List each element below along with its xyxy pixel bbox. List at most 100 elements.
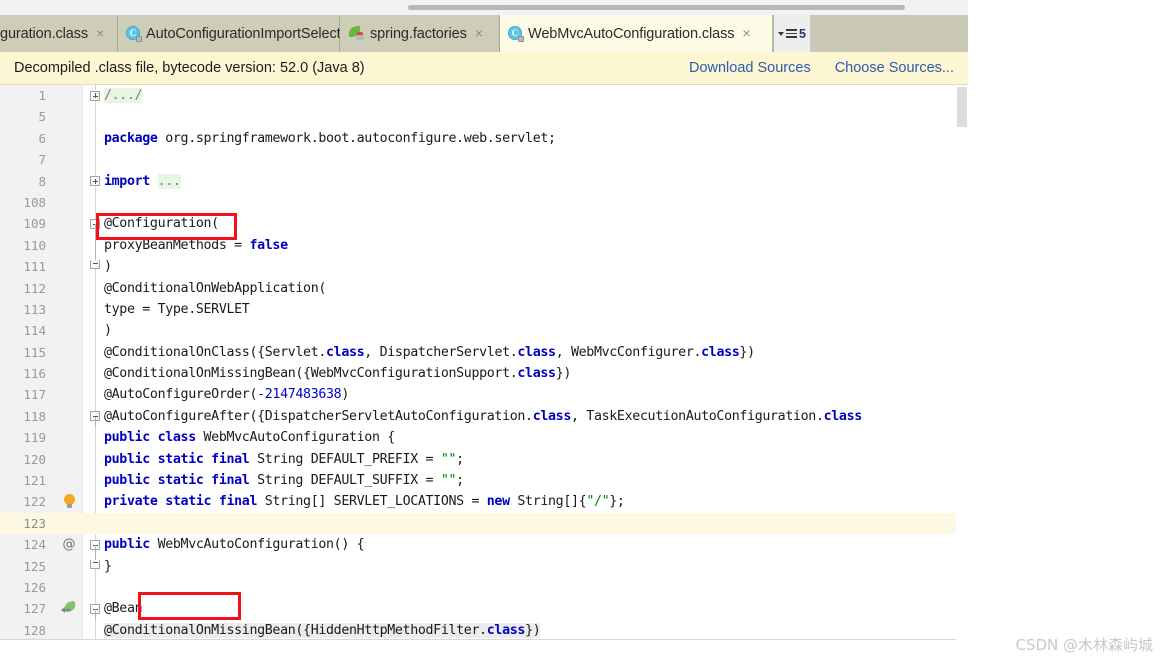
line-number: 5 — [38, 109, 46, 125]
top-scrollbar[interactable] — [0, 0, 968, 15]
code-line[interactable]: 109 @Configuration( — [0, 213, 968, 235]
code-text: @AutoConfigureAfter({DispatcherServletAu… — [104, 408, 862, 424]
code-fold-control[interactable] — [88, 171, 104, 192]
choose-sources-link[interactable]: Choose Sources... — [835, 60, 954, 76]
line-number: 121 — [23, 473, 46, 489]
code-text: public WebMvcAutoConfiguration() { — [104, 537, 365, 553]
top-scrollbar-thumb[interactable] — [408, 5, 905, 10]
code-fold-control[interactable] — [88, 406, 104, 428]
bulb-icon[interactable] — [52, 491, 78, 512]
editor-tab[interactable]: guration.class × — [0, 15, 118, 52]
code-line[interactable]: 124 @ public WebMvcAutoConfiguration() { — [0, 534, 968, 556]
close-icon[interactable]: × — [96, 26, 104, 41]
line-number: 120 — [23, 451, 46, 467]
code-line[interactable]: 116 @ConditionalOnMissingBean({WebMvcConf… — [0, 363, 968, 384]
code-fold-control[interactable] — [88, 234, 104, 257]
code-line[interactable]: 117 @AutoConfigureOrder(-2147483638) — [0, 384, 968, 405]
editor-tab-label: spring.factories — [370, 25, 467, 42]
code-text: proxyBeanMethods = false — [104, 237, 288, 253]
editor-vertical-scrollbar-thumb[interactable] — [957, 87, 967, 127]
code-text: @AutoConfigureOrder(-2147483638) — [104, 387, 349, 403]
editor-tab[interactable]: spring.factories × — [340, 15, 500, 52]
editor-tab[interactable]: C WebMvcAutoConfiguration.class × — [500, 15, 773, 52]
code-line[interactable]: 128 @ConditionalOnMissingBean({HiddenHtt… — [0, 620, 968, 640]
code-text: @ConditionalOnClass({Servlet.class, Disp… — [104, 344, 755, 360]
code-fold-control[interactable] — [88, 213, 104, 235]
line-number: 114 — [23, 323, 46, 339]
spring-bean-icon[interactable] — [52, 598, 78, 619]
editor-tab-bar: guration.class × C AutoConfigurationImportS… — [0, 15, 968, 52]
code-line[interactable]: 122 private static final String[] SERVLE… — [0, 491, 968, 512]
code-line[interactable]: 119 public class WebMvcAutoConfiguration … — [0, 427, 968, 448]
code-fold-control[interactable] — [88, 534, 104, 556]
code-fold-control[interactable] — [88, 555, 104, 577]
code-line[interactable]: 112 @ConditionalOnWebApplication( — [0, 278, 968, 299]
code-text: type = Type.SERVLET — [104, 301, 250, 317]
close-icon[interactable]: × — [475, 26, 483, 41]
code-editor[interactable]: 1 /.../ 5 6 package org.springframework.boot… — [0, 85, 968, 640]
close-icon[interactable]: × — [742, 26, 750, 41]
code-text: private static final String[] SERVLET_LO… — [104, 494, 625, 510]
code-lines: 1 /.../ 5 6 package org.springframework.boot… — [0, 85, 968, 640]
code-line[interactable]: 127 @Bean — [0, 598, 968, 620]
code-fold-control[interactable] — [88, 256, 104, 277]
code-line[interactable]: 111) — [0, 256, 968, 277]
line-number: 113 — [23, 301, 46, 317]
code-line[interactable]: 123 — [0, 512, 968, 535]
notice-links: Download Sources Choose Sources... — [689, 60, 954, 76]
line-number: 6 — [38, 130, 46, 146]
line-number: 108 — [23, 194, 46, 210]
code-line[interactable]: 121 public static final String DEFAULT_S… — [0, 470, 968, 491]
watermark: CSDN @木林森屿城 — [1015, 636, 1153, 654]
code-line[interactable]: 108 — [0, 192, 968, 213]
editor-vertical-scrollbar[interactable] — [956, 85, 968, 640]
line-number: 109 — [23, 216, 46, 232]
code-text: @ConditionalOnMissingBean({HiddenHttpMet… — [104, 622, 541, 638]
class-file-icon: C — [508, 26, 524, 42]
code-line[interactable]: 126 — [0, 577, 968, 598]
code-line[interactable]: 6 package org.springframework.boot.autoco… — [0, 128, 968, 149]
editor-tab-label: WebMvcAutoConfiguration.class — [528, 25, 735, 42]
code-line[interactable]: 114) — [0, 320, 968, 341]
ide-window: guration.class × C AutoConfigurationImportS… — [0, 0, 968, 640]
line-number: 126 — [23, 579, 46, 595]
editor-tab[interactable]: CAutoConfigurationImportSelector.class× — [118, 15, 405, 52]
line-number: 8 — [38, 173, 46, 189]
code-line[interactable]: 115 @ConditionalOnClass({Servlet.class, D… — [0, 342, 968, 363]
line-number: 1 — [38, 88, 46, 103]
code-text: public static final String DEFAULT_PREFI… — [104, 451, 464, 467]
code-text: import ... — [104, 173, 181, 189]
line-number: 122 — [23, 494, 46, 510]
code-fold-control[interactable] — [88, 598, 104, 620]
code-line[interactable]: 5 — [0, 106, 968, 127]
code-fold-control[interactable] — [88, 85, 104, 106]
line-number: 117 — [23, 387, 46, 403]
download-sources-link[interactable]: Download Sources — [689, 60, 811, 76]
tab-list-button[interactable]: 5 — [773, 15, 811, 52]
code-line[interactable]: 113 type = Type.SERVLET — [0, 299, 968, 320]
at-icon[interactable]: @ — [52, 534, 78, 555]
code-text: ) — [104, 323, 112, 339]
code-text: package org.springframework.boot.autocon… — [104, 130, 556, 146]
line-number: 118 — [23, 408, 46, 424]
list-icon — [786, 29, 797, 38]
line-number: 127 — [23, 601, 46, 617]
line-number: 124 — [23, 537, 46, 553]
line-number: 116 — [23, 366, 46, 382]
code-line[interactable]: 1 /.../ — [0, 85, 968, 106]
code-line[interactable]: 7 — [0, 149, 968, 170]
line-number: 7 — [38, 152, 46, 168]
code-line[interactable]: 120 public static final String DEFAULT_P… — [0, 449, 968, 470]
code-text: @ConditionalOnMissingBean({WebMvcConfigu… — [104, 366, 571, 382]
code-line[interactable]: 110 proxyBeanMethods = false — [0, 234, 968, 257]
spring-factories-icon — [347, 25, 365, 41]
line-number: 112 — [23, 280, 46, 296]
code-line[interactable]: 8 import ... — [0, 171, 968, 192]
code-line[interactable]: 125 } — [0, 555, 968, 577]
code-text: /.../ — [104, 88, 143, 103]
line-number: 111 — [23, 259, 46, 275]
line-number: 123 — [23, 515, 46, 531]
code-line[interactable]: 118 @AutoConfigureAfter({DispatcherServle… — [0, 406, 968, 428]
class-file-icon: C — [126, 26, 142, 42]
code-text: } — [104, 558, 112, 574]
